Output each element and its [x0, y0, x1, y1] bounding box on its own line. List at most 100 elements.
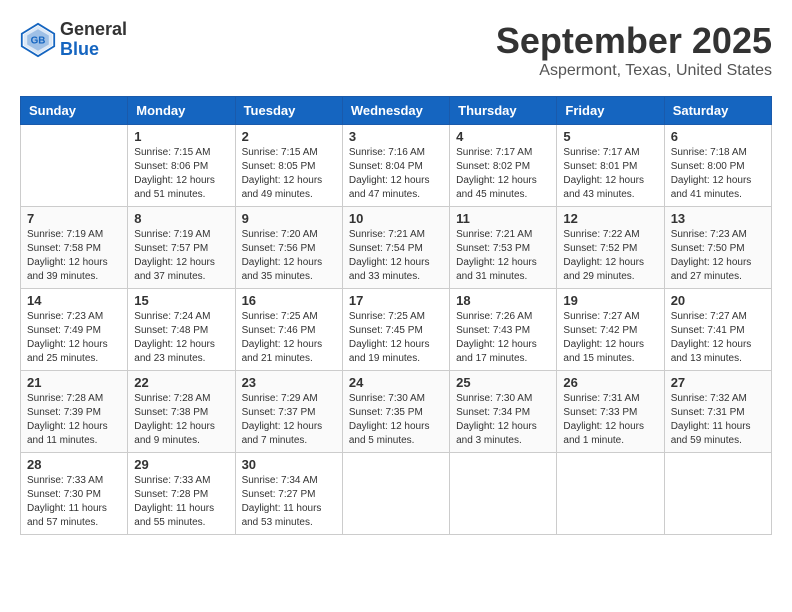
day-number: 13 [671, 211, 765, 226]
day-number: 1 [134, 129, 228, 144]
weekday-header-thursday: Thursday [450, 97, 557, 125]
day-info: Sunrise: 7:31 AMSunset: 7:33 PMDaylight:… [563, 392, 657, 448]
calendar-cell: 10 Sunrise: 7:21 AMSunset: 7:54 PMDayligh… [342, 207, 449, 289]
day-number: 26 [563, 375, 657, 390]
calendar-cell: 6Sunrise: 7:18 AMSunset: 8:00 PMDaylight… [664, 125, 771, 207]
calendar-cell: 1 Sunrise: 7:15 AMSunset: 8:06 PMDaylight… [128, 125, 235, 207]
day-info: Sunrise: 7:32 AMSunset: 7:31 PMDaylight:… [671, 392, 765, 448]
day-number: 3 [349, 129, 443, 144]
day-number: 18 [456, 293, 550, 308]
day-info: Sunrise: 7:17 AMSunset: 8:01 PMDaylight:… [563, 146, 657, 202]
day-info: Sunrise: 7:34 AMSunset: 7:27 PMDaylight:… [242, 474, 336, 530]
day-number: 9 [242, 211, 336, 226]
day-number: 19 [563, 293, 657, 308]
day-info: Sunrise: 7:30 AMSunset: 7:34 PMDaylight:… [456, 392, 550, 448]
day-number: 24 [349, 375, 443, 390]
calendar-cell [450, 453, 557, 535]
calendar-cell: 28Sunrise: 7:33 AMSunset: 7:30 PMDayligh… [21, 453, 128, 535]
day-info: Sunrise: 7:23 AMSunset: 7:49 PMDaylight:… [27, 310, 121, 366]
weekday-header-wednesday: Wednesday [342, 97, 449, 125]
week-row-3: 14 Sunrise: 7:23 AMSunset: 7:49 PMDayligh… [21, 289, 772, 371]
calendar-cell [664, 453, 771, 535]
page-header: GB General Blue September 2025 Aspermont… [20, 20, 772, 80]
day-info: Sunrise: 7:16 AMSunset: 8:04 PMDaylight:… [349, 146, 443, 202]
weekday-header-row: SundayMondayTuesdayWednesdayThursdayFrid… [21, 97, 772, 125]
day-number: 27 [671, 375, 765, 390]
day-number: 20 [671, 293, 765, 308]
day-number: 22 [134, 375, 228, 390]
svg-text:GB: GB [31, 35, 46, 46]
day-info: Sunrise: 7:19 AMSunset: 7:58 PMDaylight:… [27, 228, 121, 284]
calendar-cell: 7 Sunrise: 7:19 AMSunset: 7:58 PMDaylight… [21, 207, 128, 289]
day-number: 16 [242, 293, 336, 308]
calendar-cell: 23Sunrise: 7:29 AMSunset: 7:37 PMDayligh… [235, 371, 342, 453]
calendar-cell: 17 Sunrise: 7:25 AMSunset: 7:45 PMDayligh… [342, 289, 449, 371]
day-info: Sunrise: 7:17 AMSunset: 8:02 PMDaylight:… [456, 146, 550, 202]
calendar-cell: 21 Sunrise: 7:28 AMSunset: 7:39 PMDayligh… [21, 371, 128, 453]
day-number: 28 [27, 457, 121, 472]
day-info: Sunrise: 7:28 AMSunset: 7:39 PMDaylight:… [27, 392, 121, 448]
day-info: Sunrise: 7:25 AMSunset: 7:45 PMDaylight:… [349, 310, 443, 366]
title-section: September 2025 Aspermont, Texas, United … [496, 20, 772, 80]
calendar-cell: 13 Sunrise: 7:23 AMSunset: 7:50 PMDayligh… [664, 207, 771, 289]
day-info: Sunrise: 7:15 AMSunset: 8:06 PMDaylight:… [134, 146, 228, 202]
day-info: Sunrise: 7:25 AMSunset: 7:46 PMDaylight:… [242, 310, 336, 366]
logo-blue: Blue [60, 40, 127, 60]
calendar-cell [342, 453, 449, 535]
day-number: 23 [242, 375, 336, 390]
calendar-cell: 14 Sunrise: 7:23 AMSunset: 7:49 PMDayligh… [21, 289, 128, 371]
day-number: 11 [456, 211, 550, 226]
day-number: 5 [563, 129, 657, 144]
day-number: 15 [134, 293, 228, 308]
week-row-1: 1 Sunrise: 7:15 AMSunset: 8:06 PMDaylight… [21, 125, 772, 207]
calendar-cell: 18Sunrise: 7:26 AMSunset: 7:43 PMDayligh… [450, 289, 557, 371]
day-info: Sunrise: 7:21 AMSunset: 7:54 PMDaylight:… [349, 228, 443, 284]
weekday-header-monday: Monday [128, 97, 235, 125]
location: Aspermont, Texas, United States [496, 62, 772, 80]
week-row-2: 7 Sunrise: 7:19 AMSunset: 7:58 PMDaylight… [21, 207, 772, 289]
day-number: 10 [349, 211, 443, 226]
day-number: 7 [27, 211, 121, 226]
day-info: Sunrise: 7:15 AMSunset: 8:05 PMDaylight:… [242, 146, 336, 202]
day-number: 30 [242, 457, 336, 472]
day-number: 12 [563, 211, 657, 226]
calendar-cell: 2 Sunrise: 7:15 AMSunset: 8:05 PMDaylight… [235, 125, 342, 207]
calendar-cell: 5 Sunrise: 7:17 AMSunset: 8:01 PMDaylight… [557, 125, 664, 207]
calendar-cell: 4 Sunrise: 7:17 AMSunset: 8:02 PMDaylight… [450, 125, 557, 207]
calendar-cell: 29 Sunrise: 7:33 AMSunset: 7:28 PMDayligh… [128, 453, 235, 535]
day-info: Sunrise: 7:27 AMSunset: 7:42 PMDaylight:… [563, 310, 657, 366]
day-number: 17 [349, 293, 443, 308]
day-number: 29 [134, 457, 228, 472]
calendar-cell: 24Sunrise: 7:30 AMSunset: 7:35 PMDayligh… [342, 371, 449, 453]
day-number: 2 [242, 129, 336, 144]
calendar-cell: 22Sunrise: 7:28 AMSunset: 7:38 PMDayligh… [128, 371, 235, 453]
calendar-cell: 26 Sunrise: 7:31 AMSunset: 7:33 PMDayligh… [557, 371, 664, 453]
day-number: 4 [456, 129, 550, 144]
calendar-cell: 30 Sunrise: 7:34 AMSunset: 7:27 PMDayligh… [235, 453, 342, 535]
calendar-cell: 11 Sunrise: 7:21 AMSunset: 7:53 PMDayligh… [450, 207, 557, 289]
logo-general: General [60, 20, 127, 40]
calendar-cell: 15 Sunrise: 7:24 AMSunset: 7:48 PMDayligh… [128, 289, 235, 371]
calendar-cell: 19 Sunrise: 7:27 AMSunset: 7:42 PMDayligh… [557, 289, 664, 371]
day-info: Sunrise: 7:18 AMSunset: 8:00 PMDaylight:… [671, 146, 765, 202]
calendar-cell: 25 Sunrise: 7:30 AMSunset: 7:34 PMDayligh… [450, 371, 557, 453]
day-number: 25 [456, 375, 550, 390]
calendar-cell [21, 125, 128, 207]
logo-text: General Blue [60, 20, 127, 60]
day-info: Sunrise: 7:22 AMSunset: 7:52 PMDaylight:… [563, 228, 657, 284]
day-info: Sunrise: 7:27 AMSunset: 7:41 PMDaylight:… [671, 310, 765, 366]
logo: GB General Blue [20, 20, 127, 60]
day-number: 14 [27, 293, 121, 308]
day-info: Sunrise: 7:21 AMSunset: 7:53 PMDaylight:… [456, 228, 550, 284]
calendar: SundayMondayTuesdayWednesdayThursdayFrid… [20, 96, 772, 535]
calendar-cell: 27 Sunrise: 7:32 AMSunset: 7:31 PMDayligh… [664, 371, 771, 453]
day-info: Sunrise: 7:23 AMSunset: 7:50 PMDaylight:… [671, 228, 765, 284]
day-info: Sunrise: 7:20 AMSunset: 7:56 PMDaylight:… [242, 228, 336, 284]
weekday-header-friday: Friday [557, 97, 664, 125]
day-info: Sunrise: 7:33 AMSunset: 7:28 PMDaylight:… [134, 474, 228, 530]
calendar-cell: 9 Sunrise: 7:20 AMSunset: 7:56 PMDaylight… [235, 207, 342, 289]
day-number: 21 [27, 375, 121, 390]
week-row-4: 21 Sunrise: 7:28 AMSunset: 7:39 PMDayligh… [21, 371, 772, 453]
weekday-header-saturday: Saturday [664, 97, 771, 125]
day-info: Sunrise: 7:24 AMSunset: 7:48 PMDaylight:… [134, 310, 228, 366]
